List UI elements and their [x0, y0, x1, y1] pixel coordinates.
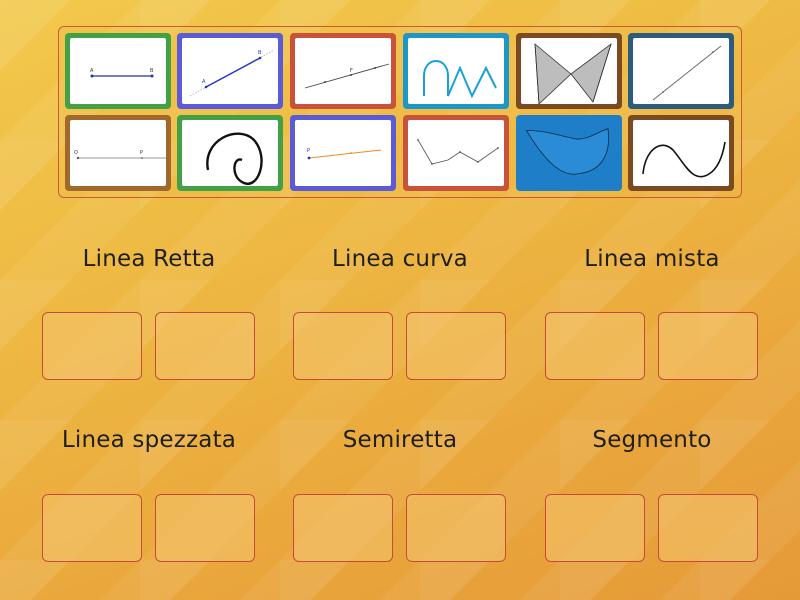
drop-slot[interactable]: [293, 312, 393, 380]
svg-text:P: P: [140, 150, 143, 156]
draggable-card-segment-ab[interactable]: AB: [65, 33, 171, 109]
orange-ray-icon: P: [307, 148, 382, 160]
card-image: [633, 38, 729, 104]
card-image: [521, 38, 617, 104]
draggable-card-ray-o[interactable]: OP: [65, 115, 171, 191]
drop-slot[interactable]: [155, 312, 255, 380]
category-title: Semiretta: [342, 427, 458, 453]
diagonal-line-icon: [652, 45, 722, 101]
card-image: AB: [70, 38, 166, 104]
card-image: [633, 120, 729, 186]
svg-text:P: P: [307, 148, 310, 154]
svg-text:A: A: [90, 68, 94, 74]
curved-blue-shape-icon: [521, 120, 617, 186]
draggable-card-s-curve[interactable]: [628, 115, 734, 191]
card-image: [408, 38, 504, 104]
mixed-wave-icon: [423, 60, 497, 99]
drop-slot[interactable]: [406, 312, 506, 380]
category-title: Linea spezzata: [61, 427, 237, 453]
category-title: Linea curva: [332, 246, 468, 272]
card-image: P: [295, 120, 391, 186]
card-image: [182, 120, 278, 186]
draggable-card-orange-ray[interactable]: P: [290, 115, 396, 191]
draggable-card-zigzag[interactable]: [403, 115, 509, 191]
card-tray: AB AB F OP P: [58, 26, 742, 198]
blue-ray-icon: AB: [189, 49, 275, 97]
card-image: [408, 120, 504, 186]
loop-curve-icon: [200, 120, 270, 186]
drop-slot[interactable]: [406, 494, 506, 562]
card-image: AB: [182, 38, 278, 104]
card-image: F: [295, 38, 391, 104]
card-image: OP: [70, 120, 166, 186]
svg-text:B: B: [258, 50, 262, 56]
s-curve-icon: [642, 141, 726, 178]
draggable-card-bowtie[interactable]: [516, 33, 622, 109]
draggable-card-wave-mixed[interactable]: [403, 33, 509, 109]
drop-slot[interactable]: [42, 312, 142, 380]
drop-slot[interactable]: [545, 494, 645, 562]
svg-text:F: F: [350, 68, 353, 74]
draggable-card-ray-ab-blue[interactable]: AB: [177, 33, 283, 109]
draggable-card-loop-curve[interactable]: [177, 115, 283, 191]
category-title: Segmento: [592, 427, 712, 453]
line-through-points-icon: F: [304, 63, 390, 89]
svg-text:B: B: [150, 68, 154, 74]
card-image: [521, 120, 617, 186]
drop-slot[interactable]: [658, 312, 758, 380]
drop-slot[interactable]: [658, 494, 758, 562]
activity-board: AB AB F OP P Linea Retta Linea curva Linea…: [0, 0, 800, 600]
drop-slot[interactable]: [293, 494, 393, 562]
category-title: Linea Retta: [82, 246, 216, 272]
drop-slot[interactable]: [42, 494, 142, 562]
horizontal-ray-icon: OP: [74, 150, 166, 160]
segment-ab-icon: AB: [90, 68, 154, 78]
bowtie-polygon-icon: [534, 42, 612, 104]
svg-text:O: O: [74, 150, 78, 156]
zigzag-line-icon: [417, 139, 499, 165]
draggable-card-diagonal-line[interactable]: [628, 33, 734, 109]
draggable-card-blue-shape[interactable]: [516, 115, 622, 191]
svg-text:A: A: [202, 79, 206, 85]
drop-slot[interactable]: [545, 312, 645, 380]
draggable-card-line-gray[interactable]: F: [290, 33, 396, 109]
drop-slot[interactable]: [155, 494, 255, 562]
category-title: Linea mista: [584, 246, 720, 272]
